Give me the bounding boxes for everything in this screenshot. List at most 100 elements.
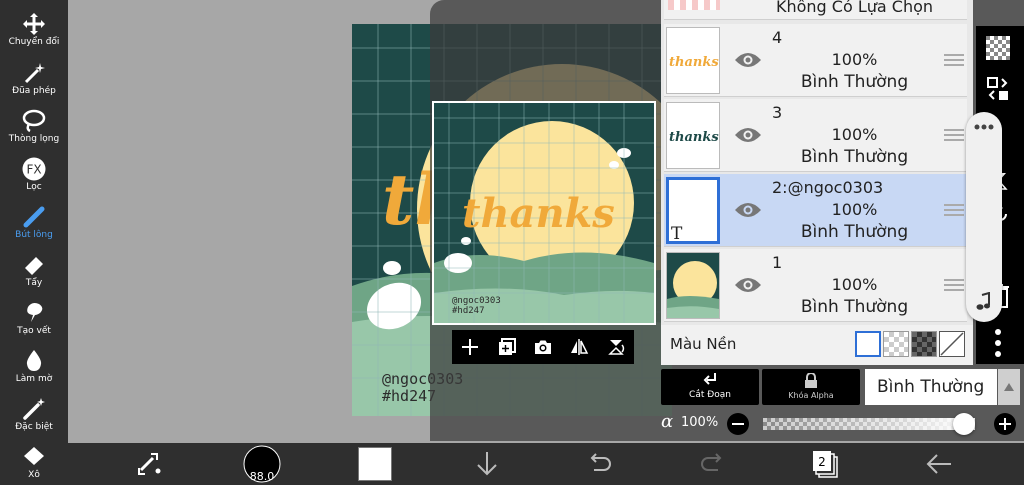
special-wand-icon — [23, 398, 45, 420]
bg-transparent-swatch[interactable] — [883, 331, 909, 357]
tool-label: Tạo vết — [17, 326, 51, 336]
left-toolbar: Chuyển đổi Đũa phép Thòng lọng FX Lọc Bú… — [0, 0, 68, 480]
alpha-lock-button[interactable]: Khóa Alpha — [762, 369, 860, 405]
layer-row-3[interactable]: thanks 3 100% Bình Thường — [664, 99, 967, 172]
redo-icon — [701, 453, 722, 471]
duplicate-layer-button[interactable] — [494, 334, 520, 360]
tool-eraser[interactable]: Tẩy — [0, 247, 68, 295]
layer-thumb-text: thanks — [669, 130, 719, 145]
no-selection-row[interactable]: Không Có Lựa Chọn — [664, 0, 967, 20]
bg-none-swatch[interactable] — [939, 331, 965, 357]
layer-opacity: 100% — [831, 200, 878, 219]
layer-row-4[interactable]: thanks 4 100% Bình Thường — [664, 24, 967, 97]
opacity-increase-button[interactable] — [994, 413, 1016, 435]
tool-lasso[interactable]: Thòng lọng — [0, 103, 68, 151]
redo-button[interactable] — [698, 445, 728, 483]
lasso-icon — [22, 109, 46, 133]
tool-bucket[interactable]: Xô — [0, 439, 68, 485]
drag-handle-icon[interactable] — [944, 277, 964, 293]
checker-icon[interactable] — [986, 36, 1010, 60]
plus-icon — [999, 418, 1011, 430]
layer-opacity: 100% — [831, 275, 878, 294]
background-label: Màu Nền — [670, 335, 737, 353]
layer-row-2[interactable]: T 2:@ngoc0303 100% Bình Thường — [664, 174, 967, 247]
plus-icon — [462, 339, 479, 355]
layer-blend-mode: Bình Thường — [800, 222, 909, 242]
clip-button[interactable]: Cắt Đoạn — [661, 369, 759, 405]
opacity-value: 100% — [681, 415, 719, 430]
bg-white-swatch[interactable] — [855, 331, 881, 357]
drag-handle-icon[interactable] — [944, 52, 964, 68]
tool-transform[interactable]: Chuyển đổi — [0, 6, 68, 54]
opacity-slider-thumb[interactable] — [953, 413, 975, 435]
eraser-icon — [25, 257, 43, 275]
brush-icon — [23, 206, 45, 228]
tool-label: Bút lông — [15, 230, 53, 240]
eye-icon[interactable] — [734, 275, 762, 295]
layer-scroll-pill[interactable] — [966, 112, 1002, 322]
eye-icon[interactable] — [734, 200, 762, 220]
layer-thumbnail: T — [666, 177, 720, 244]
layer-name: 2:@ngoc0303 — [772, 178, 884, 197]
fx-filter-icon: FX — [22, 157, 46, 181]
tool-filter[interactable]: FX Lọc — [0, 151, 68, 199]
tool-label: Làm mờ — [15, 374, 53, 384]
ruler-button[interactable] — [130, 445, 170, 483]
duplicate-icon — [498, 338, 516, 355]
layer-thumbnail: thanks — [666, 27, 720, 94]
import-photo-button[interactable] — [530, 334, 556, 360]
brush-size-value: 88.0 — [250, 470, 275, 483]
arrow-down-icon — [477, 452, 497, 476]
clip-arrow-icon — [703, 373, 716, 385]
opacity-decrease-button[interactable] — [727, 413, 749, 435]
eye-icon[interactable] — [734, 50, 762, 70]
current-color-swatch — [358, 447, 392, 481]
opacity-slider[interactable] — [763, 413, 975, 435]
layer-row-1[interactable]: 1 100% Bình Thường — [664, 249, 967, 322]
drag-handle-icon[interactable] — [944, 202, 964, 218]
layers-button[interactable]: 2 — [810, 445, 842, 483]
drag-handle-icon[interactable] — [944, 127, 964, 143]
more-vertical-icon[interactable] — [994, 328, 1002, 358]
transform-layer-button[interactable] — [603, 334, 629, 360]
magic-wand-icon — [24, 63, 45, 84]
bg-dark-checker-swatch[interactable] — [911, 331, 937, 357]
layer-name: 4 — [772, 28, 783, 47]
blur-drop-icon — [26, 350, 42, 371]
color-swatch-button[interactable] — [357, 445, 393, 483]
tool-special[interactable]: Đặc biệt — [0, 391, 68, 439]
layer-thumb-image: thanks — [669, 130, 719, 145]
preview-signature-2: #hd247 — [452, 306, 485, 316]
arrow-left-icon — [926, 454, 951, 474]
clip-label: Cắt Đoạn — [689, 390, 731, 400]
layer-thumb-text: thanks — [669, 55, 719, 70]
back-button[interactable] — [922, 445, 956, 483]
undo-button[interactable] — [584, 445, 614, 483]
music-note-icon[interactable] — [974, 292, 994, 312]
preview-image: thanks @ngoc0303 #hd247 — [434, 103, 654, 323]
tool-smudge[interactable]: Tạo vết — [0, 295, 68, 343]
preview-toolbar — [452, 330, 634, 364]
eye-icon[interactable] — [734, 125, 762, 145]
tool-label: Chuyển đổi — [8, 37, 60, 47]
download-button[interactable] — [472, 445, 502, 483]
tool-label: Tẩy — [25, 278, 43, 288]
layer-thumb-image: thanks — [669, 55, 719, 70]
more-horizontal-icon[interactable] — [974, 124, 994, 130]
blend-mode-select[interactable]: Bình Thường — [865, 369, 997, 405]
tool-brush[interactable]: Bút lông — [0, 199, 68, 247]
brush-size-indicator: 88.0 — [243, 445, 281, 483]
add-layer-button[interactable] — [457, 334, 483, 360]
flip-layer-button[interactable] — [566, 334, 592, 360]
layer-name: 1 — [772, 253, 783, 272]
svg-text:FX: FX — [26, 163, 41, 177]
layer-convert-icon[interactable] — [986, 76, 1010, 102]
layer-thumbnail — [666, 252, 720, 319]
layer-thumb-image: T — [671, 224, 683, 241]
camera-icon — [534, 340, 551, 354]
brush-size-button[interactable]: 88.0 — [242, 445, 282, 483]
tool-blur[interactable]: Làm mờ — [0, 343, 68, 391]
blend-mode-dropdown[interactable] — [998, 369, 1020, 405]
background-color-row: Màu Nền — [661, 325, 973, 365]
tool-magic-wand[interactable]: Đũa phép — [0, 55, 68, 103]
